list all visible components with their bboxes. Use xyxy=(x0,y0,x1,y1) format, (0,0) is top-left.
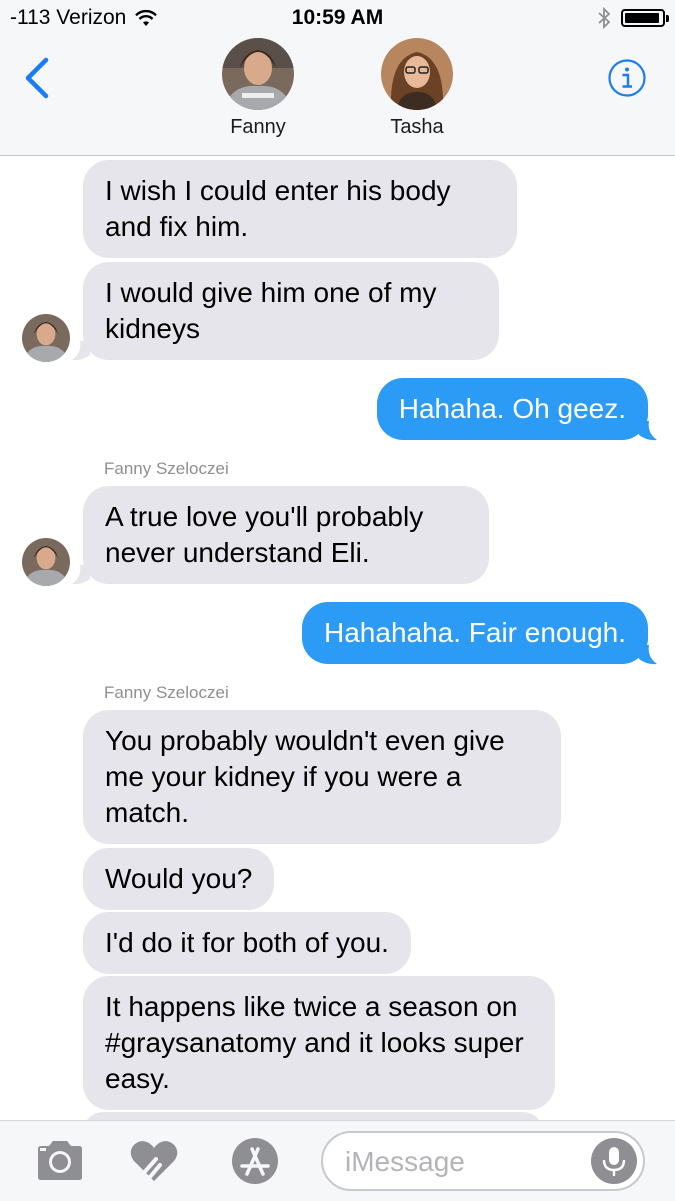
message-bubble-incoming[interactable]: It happens like twice a season on #grays… xyxy=(83,976,555,1110)
microphone-icon xyxy=(602,1147,626,1176)
message-bubble-incoming[interactable]: I would give him one of my kidneys xyxy=(83,262,499,360)
message-thread[interactable]: I wish I could enter his body and fix hi… xyxy=(0,156,675,1120)
message-bubble-incoming[interactable]: A true love you'll probably never unders… xyxy=(83,486,489,584)
digital-touch-heart-icon[interactable] xyxy=(128,1137,180,1185)
message-text: I wish I could enter his body and fix hi… xyxy=(105,175,451,242)
message-bubble-outgoing[interactable]: Hahahaha. Fair enough. xyxy=(302,602,648,664)
message-text: I would give him one of my kidneys xyxy=(105,277,437,344)
avatar xyxy=(22,538,70,586)
avatar xyxy=(381,38,453,110)
bubble-tail xyxy=(72,565,90,585)
message-bubble-incoming[interactable]: Would you? xyxy=(83,848,275,910)
compose-bar xyxy=(0,1120,675,1201)
contact-name: Tasha xyxy=(390,116,444,138)
bubble-tail xyxy=(72,341,90,361)
avatar xyxy=(222,38,294,110)
message-text: A true love you'll probably never unders… xyxy=(105,501,424,568)
contact-fanny[interactable]: Fanny xyxy=(208,38,308,139)
message-bubble-incoming[interactable] xyxy=(83,1112,543,1120)
status-time: 10:59 AM xyxy=(291,6,384,29)
app-store-icon[interactable] xyxy=(225,1137,285,1185)
bluetooth-icon xyxy=(598,7,611,29)
avatar xyxy=(22,314,70,362)
bubble-tail xyxy=(639,645,657,665)
battery-icon xyxy=(621,9,669,27)
message-text: Would you? xyxy=(105,863,253,894)
message-bubble-incoming[interactable]: I wish I could enter his body and fix hi… xyxy=(83,160,517,258)
imessage-input[interactable] xyxy=(343,1141,587,1183)
battery-level xyxy=(625,13,660,23)
conversation-header: Fanny Tasha xyxy=(0,38,675,156)
message-text: Hahahaha. Fair enough. xyxy=(324,617,626,648)
message-text: It happens like twice a season on #grays… xyxy=(105,991,524,1094)
microphone-button[interactable] xyxy=(591,1138,637,1184)
sender-name: Fanny Szeloczei xyxy=(104,683,229,702)
message-bubble-incoming[interactable]: I'd do it for both of you. xyxy=(83,912,411,974)
sender-name: Fanny Szeloczei xyxy=(104,459,229,478)
contact-name: Fanny xyxy=(230,116,286,138)
bubble-tail xyxy=(639,421,657,441)
imessage-input-container[interactable] xyxy=(321,1131,645,1191)
back-chevron-icon[interactable] xyxy=(18,56,58,100)
message-text: I'd do it for both of you. xyxy=(105,927,389,958)
message-bubble-outgoing[interactable]: Hahaha. Oh geez. xyxy=(376,378,648,440)
camera-icon[interactable] xyxy=(34,1137,86,1183)
message-text: You probably wouldn't even give me your … xyxy=(105,725,505,828)
info-icon[interactable] xyxy=(607,58,647,98)
contact-tasha[interactable]: Tasha xyxy=(367,38,467,139)
status-bar: -113 Verizon 10:59 AM xyxy=(0,0,675,38)
message-text: Hahaha. Oh geez. xyxy=(398,393,626,424)
message-bubble-incoming[interactable]: You probably wouldn't even give me your … xyxy=(83,710,561,844)
